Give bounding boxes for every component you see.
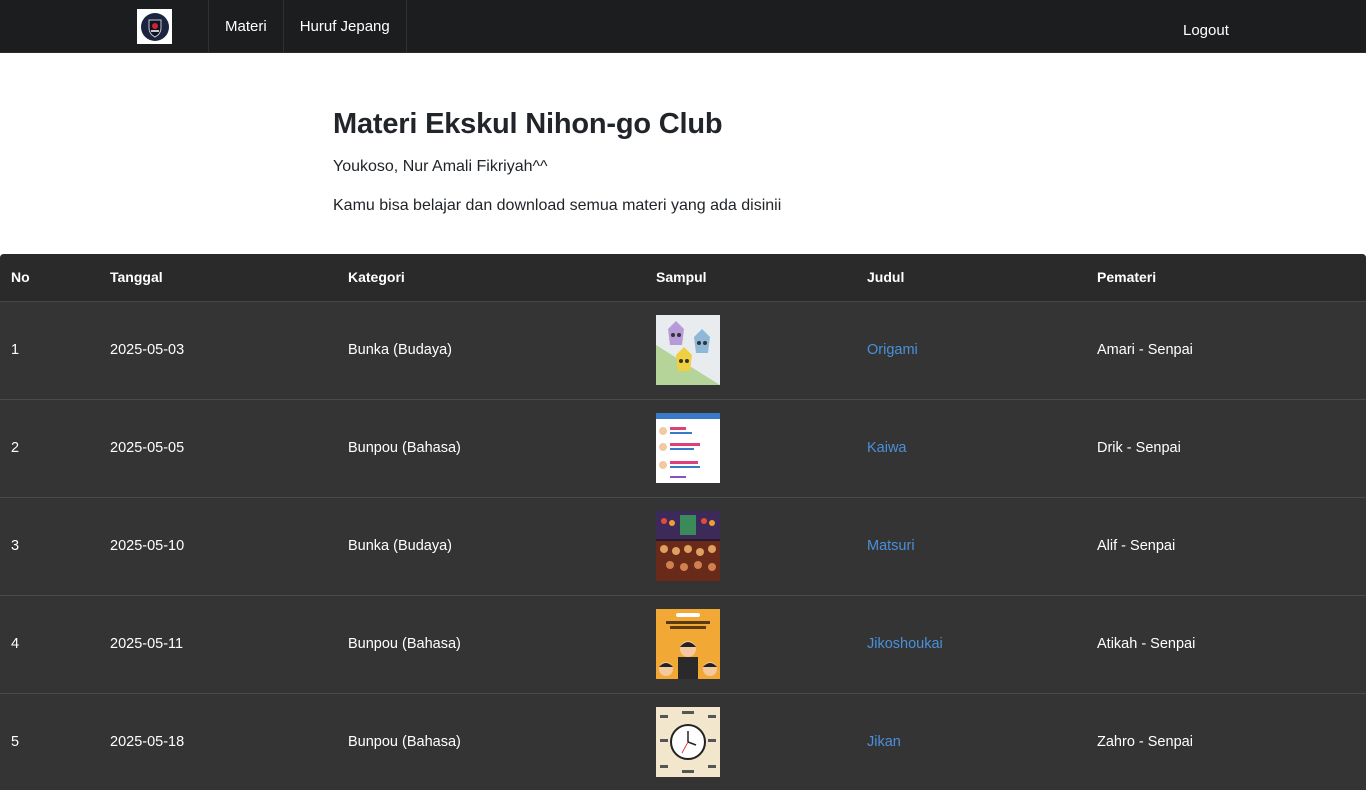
kaiwa-thumbnail[interactable] — [656, 413, 720, 483]
judul-link[interactable]: Kaiwa — [867, 440, 907, 456]
cell-judul: Origami — [856, 301, 1086, 400]
header-kategori: Kategori — [337, 254, 645, 302]
cell-no: 1 — [0, 301, 99, 400]
table-row: 1 2025-05-03 Bunka (Budaya) Origami Amar… — [0, 301, 1366, 400]
cell-judul: Kaiwa — [856, 399, 1086, 498]
header-tanggal: Tanggal — [99, 254, 337, 302]
header-no: No — [0, 254, 99, 302]
jikan-thumbnail[interactable] — [656, 707, 720, 777]
cell-sampul — [645, 497, 856, 596]
cell-tanggal: 2025-05-11 — [99, 595, 337, 694]
origami-thumbnail[interactable] — [656, 315, 720, 385]
cell-sampul — [645, 595, 856, 694]
logout-link[interactable]: Logout — [1183, 0, 1229, 60]
nav-links: Materi Huruf Jepang — [208, 0, 407, 53]
cell-pemateri: Drik - Senpai — [1086, 399, 1366, 498]
cell-pemateri: Zahro - Senpai — [1086, 693, 1366, 790]
judul-link[interactable]: Matsuri — [867, 538, 915, 554]
cell-kategori: Bunka (Budaya) — [337, 301, 645, 400]
cell-kategori: Bunka (Budaya) — [337, 497, 645, 596]
cell-kategori: Bunpou (Bahasa) — [337, 595, 645, 694]
cell-pemateri: Amari - Senpai — [1086, 301, 1366, 400]
cell-pemateri: Alif - Senpai — [1086, 497, 1366, 596]
materi-table: No Tanggal Kategori Sampul Judul Pemater… — [0, 254, 1366, 790]
header-sampul: Sampul — [645, 254, 856, 302]
cell-tanggal: 2025-05-18 — [99, 693, 337, 790]
cell-no: 2 — [0, 399, 99, 498]
cell-sampul — [645, 399, 856, 498]
shield-logo-icon — [140, 12, 169, 41]
page-title: Materi Ekskul Nihon-go Club — [333, 108, 723, 140]
cell-tanggal: 2025-05-03 — [99, 301, 337, 400]
cell-judul: Jikoshoukai — [856, 595, 1086, 694]
table-header-row: No Tanggal Kategori Sampul Judul Pemater… — [0, 254, 1366, 302]
table-row: 2 2025-05-05 Bunpou (Bahasa) Kaiwa Drik … — [0, 399, 1366, 498]
nav-materi[interactable]: Materi — [208, 0, 283, 53]
cell-kategori: Bunpou (Bahasa) — [337, 693, 645, 790]
page-header: Materi Ekskul Nihon-go Club Youkoso, Nur… — [333, 108, 1033, 215]
cell-tanggal: 2025-05-10 — [99, 497, 337, 596]
cell-sampul — [645, 693, 856, 790]
cell-pemateri: Atikah - Senpai — [1086, 595, 1366, 694]
cell-kategori: Bunpou (Bahasa) — [337, 399, 645, 498]
cell-no: 3 — [0, 497, 99, 596]
cell-judul: Matsuri — [856, 497, 1086, 596]
description-text: Kamu bisa belajar dan download semua mat… — [333, 197, 782, 214]
header-judul: Judul — [856, 254, 1086, 302]
cell-no: 4 — [0, 595, 99, 694]
judul-link[interactable]: Origami — [867, 342, 918, 358]
welcome-text: Youkoso, Nur Amali Fikriyah^^ — [333, 158, 548, 175]
cell-no: 5 — [0, 693, 99, 790]
jikoshoukai-thumbnail[interactable] — [656, 609, 720, 679]
cell-sampul — [645, 301, 856, 400]
matsuri-thumbnail[interactable] — [656, 511, 720, 581]
cell-tanggal: 2025-05-05 — [99, 399, 337, 498]
judul-link[interactable]: Jikoshoukai — [867, 636, 943, 652]
table-row: 5 2025-05-18 Bunpou (Bahasa) Jikan Zahro… — [0, 693, 1366, 790]
club-logo[interactable] — [137, 9, 172, 44]
judul-link[interactable]: Jikan — [867, 734, 901, 750]
header-pemateri: Pemateri — [1086, 254, 1366, 302]
cell-judul: Jikan — [856, 693, 1086, 790]
nav-huruf-jepang[interactable]: Huruf Jepang — [282, 0, 407, 53]
table-row: 3 2025-05-10 Bunka (Budaya) Matsuri Alif… — [0, 497, 1366, 596]
top-navbar: Materi Huruf Jepang Logout — [0, 0, 1366, 53]
materi-table-container: No Tanggal Kategori Sampul Judul Pemater… — [0, 254, 1366, 790]
table-row: 4 2025-05-11 Bunpou (Bahasa) Jikoshoukai… — [0, 595, 1366, 694]
